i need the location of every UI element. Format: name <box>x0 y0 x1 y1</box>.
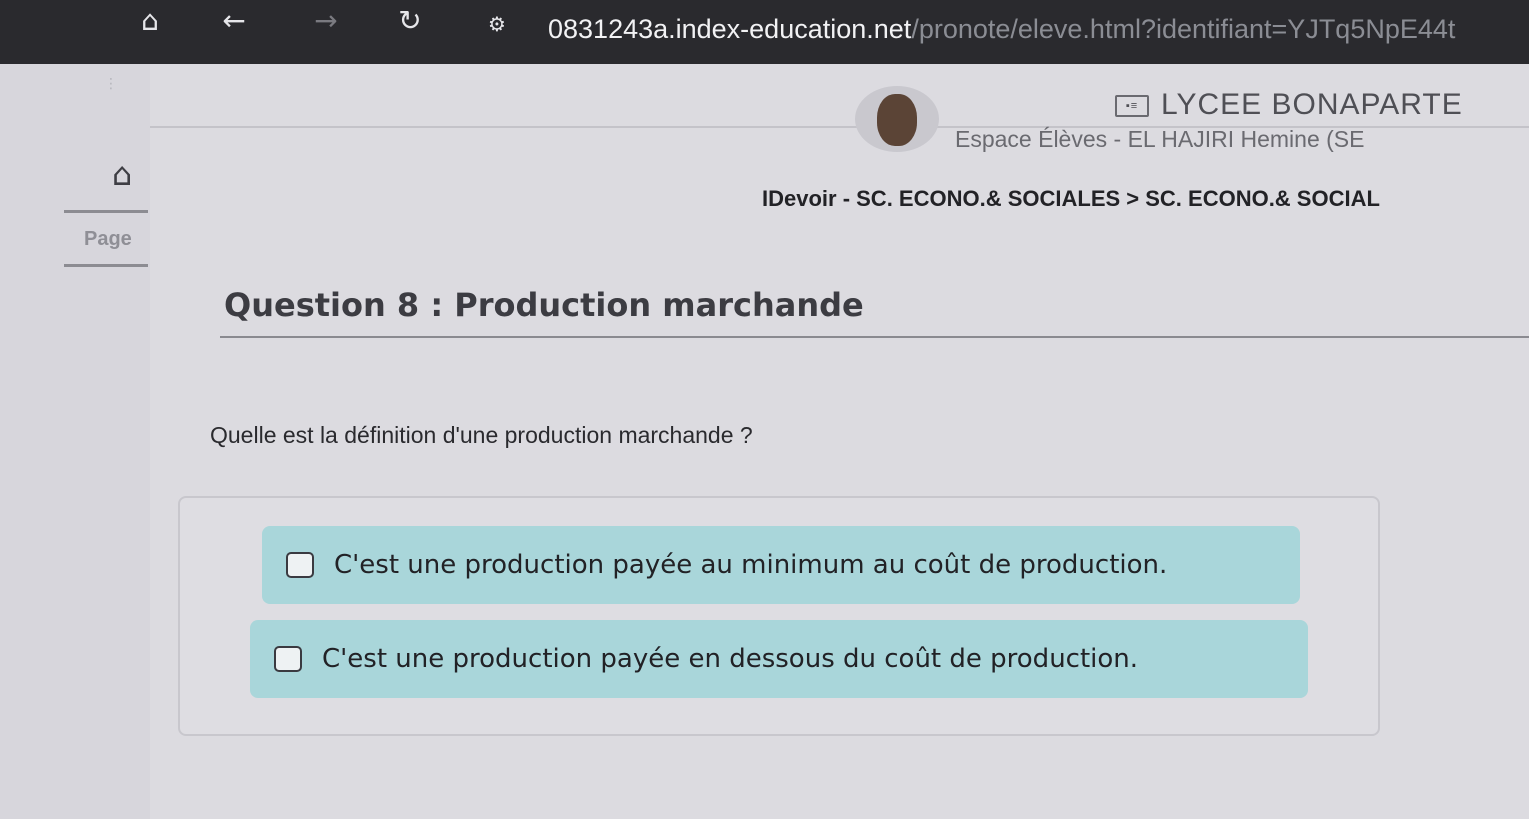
avatar[interactable] <box>855 86 939 152</box>
school-name: ▪≡ LYCEE BONAPARTE <box>1115 88 1463 122</box>
answer-label: C'est une production payée en dessous du… <box>322 644 1139 674</box>
back-icon[interactable]: ← <box>214 4 254 38</box>
home-icon[interactable]: ⌂ <box>100 156 144 192</box>
url-host: 0831243a.index-education.net <box>548 14 912 44</box>
checkbox[interactable] <box>286 552 314 578</box>
answer-label: C'est une production payée au minimum au… <box>334 550 1168 580</box>
sidebar-divider <box>64 264 148 267</box>
address-bar[interactable]: 0831243a.index-education.net/pronote/ele… <box>548 14 1523 45</box>
checkbox[interactable] <box>274 646 302 672</box>
id-card-icon: ▪≡ <box>1115 95 1149 118</box>
browser-viewport: ⋮ ⌂ Page ▪≡ LYCEE BONAPARTE Espace Élèves… <box>0 64 1529 819</box>
left-sidebar: ⋮ ⌂ Page <box>0 64 150 819</box>
question-title: Question 8 : Production marchande <box>224 286 864 324</box>
forward-icon[interactable]: → <box>306 4 346 38</box>
sidebar-divider <box>64 210 148 213</box>
url-path: /pronote/eleve.html?identifiant=YJTq5NpE… <box>911 14 1456 44</box>
user-space: Espace Élèves - EL HAJIRI Hemine (SE <box>955 126 1365 152</box>
answer-option[interactable]: C'est une production payée en dessous du… <box>250 620 1308 698</box>
browser-toolbar: ⌂ ← → ↻ ⚙ 0831243a.index-education.net/p… <box>0 0 1529 64</box>
home-icon[interactable]: ⌂ <box>130 4 170 38</box>
breadcrumb: IDevoir - SC. ECONO.& SOCIALES > SC. ECO… <box>762 186 1380 211</box>
avatar-photo <box>877 94 917 146</box>
pronote-page: ⋮ ⌂ Page ▪≡ LYCEE BONAPARTE Espace Élèves… <box>0 64 1529 819</box>
school-name-text: LYCEE BONAPARTE <box>1161 88 1463 121</box>
reload-icon[interactable]: ↻ <box>390 4 430 38</box>
sidebar-faint-mark: ⋮ <box>104 76 118 92</box>
site-settings-icon[interactable]: ⚙ <box>488 12 516 36</box>
sidebar-page-label[interactable]: Page <box>84 228 132 251</box>
question-text: Quelle est la définition d'une productio… <box>210 422 753 448</box>
question-divider <box>220 336 1529 338</box>
answer-option[interactable]: C'est une production payée au minimum au… <box>262 526 1300 604</box>
